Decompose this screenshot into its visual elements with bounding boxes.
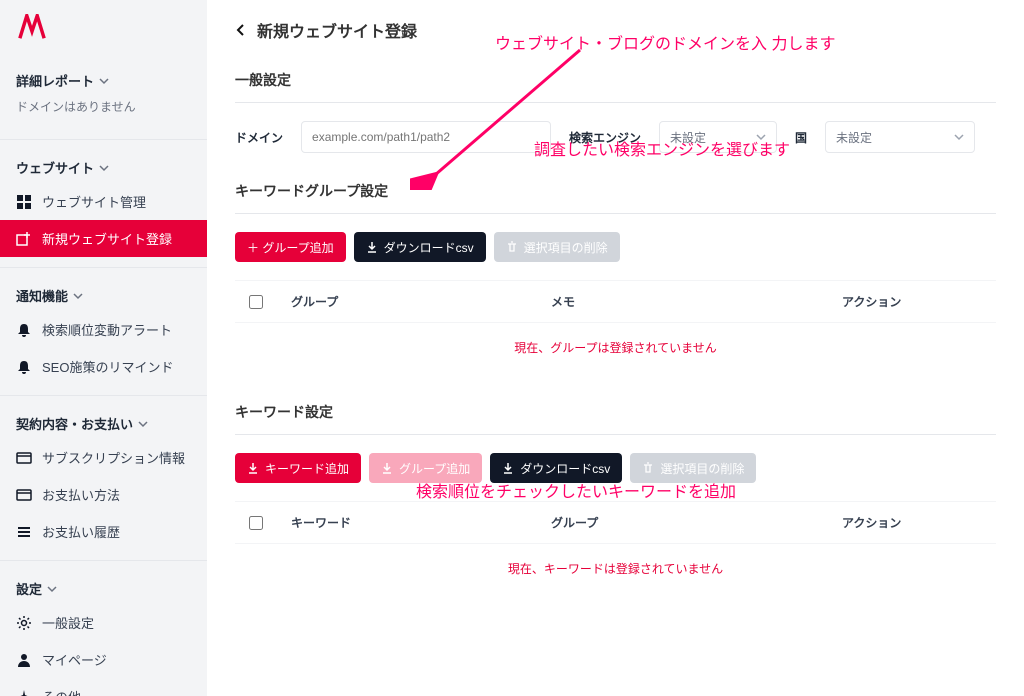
col-action: アクション [842,514,982,531]
download-icon [502,462,514,474]
sidebar-section-title[interactable]: 通知機能 [0,278,207,311]
download-icon [247,462,259,474]
sidebar-item-label: 検索順位変動アラート [42,320,172,339]
download-icon [381,462,393,474]
select-all-groups[interactable] [249,295,263,309]
section-general-title: 一般設定 [235,70,996,100]
engine-select[interactable]: 未設定 [659,121,777,153]
sidebar-section-title[interactable]: 詳細レポート [0,63,207,96]
grid-icon [16,194,32,210]
sidebar-item-label: ウェブサイト管理 [42,192,146,211]
chevron-down-icon [954,132,964,142]
col-action: アクション [842,293,982,310]
add-group-button[interactable]: ＋ グループ追加 [235,232,346,262]
col-group: グループ [551,514,842,531]
download-csv-button-2[interactable]: ダウンロードcsv [490,453,622,483]
logo [0,0,207,63]
sidebar-item[interactable]: 一般設定 [0,604,207,641]
chevron-down-icon [756,132,766,142]
group-table: グループ メモ アクション 現在、グループは登録されていません [235,280,996,372]
sidebar-item[interactable]: ウェブサイト管理 [0,183,207,220]
page-title: 新規ウェブサイト登録 [235,18,996,42]
domain-input[interactable] [301,121,551,153]
sidebar-item-label: その他 [42,687,81,696]
gear-icon [16,615,32,631]
sidebar-item[interactable]: マイページ [0,641,207,678]
chevron-down-icon [46,583,58,595]
download-icon [366,241,378,253]
chevron-down-icon [137,418,149,430]
engine-label: 検索エンジン [569,129,641,146]
back-icon[interactable] [235,24,247,36]
sparkle-icon [16,689,32,696]
main-content: 新規ウェブサイト登録 一般設定 ドメイン 検索エンジン 未設定 国 未設定 キー… [207,0,1024,696]
sidebar-item-label: サブスクリプション情報 [42,448,185,467]
col-keyword: キーワード [291,514,551,531]
col-group: グループ [291,293,551,310]
sidebar-section-title[interactable]: 契約内容・お支払い [0,406,207,439]
select-all-keywords[interactable] [249,516,263,530]
sidebar-section-title[interactable]: ウェブサイト [0,150,207,183]
sidebar-item[interactable]: お支払い履歴 [0,513,207,550]
sidebar-note: ドメインはありません [0,96,207,129]
chevron-down-icon [98,75,110,87]
sidebar-item-label: お支払い履歴 [42,522,120,541]
chevron-down-icon [72,290,84,302]
card-icon [16,450,32,466]
add-keyword-button[interactable]: キーワード追加 [235,453,361,483]
section-kwgroup-title: キーワードグループ設定 [235,181,996,211]
page-title-text: 新規ウェブサイト登録 [257,18,417,42]
bell-icon [16,322,32,338]
group-empty: 現在、グループは登録されていません [235,323,996,372]
sidebar-item-label: お支払い方法 [42,485,120,504]
add-group-button-2[interactable]: グループ追加 [369,453,482,483]
general-form: ドメイン 検索エンジン 未設定 国 未設定 [235,121,996,153]
sidebar-item[interactable]: サブスクリプション情報 [0,439,207,476]
delete-selected-button-2[interactable]: 選択項目の削除 [630,453,756,483]
download-csv-button[interactable]: ダウンロードcsv [354,232,486,262]
user-icon [16,652,32,668]
sidebar-item-label: マイページ [42,650,107,669]
card-icon [16,487,32,503]
bell-icon [16,359,32,375]
sidebar-item[interactable]: 検索順位変動アラート [0,311,207,348]
domain-label: ドメイン [235,129,283,146]
sidebar-item[interactable]: SEO施策のリマインド [0,348,207,385]
sidebar-item-label: 新規ウェブサイト登録 [42,229,172,248]
sidebar-item-label: SEO施策のリマインド [42,357,173,376]
sidebar-item[interactable]: その他 [0,678,207,696]
section-keyword-title: キーワード設定 [235,402,996,432]
trash-icon [642,462,654,474]
keyword-table: キーワード グループ アクション 現在、キーワードは登録されていません [235,501,996,593]
trash-icon [506,241,518,253]
sidebar-item[interactable]: 新規ウェブサイト登録 [0,220,207,257]
sidebar-item[interactable]: お支払い方法 [0,476,207,513]
col-memo: メモ [551,293,842,310]
add-site-icon [16,231,32,247]
keyword-empty: 現在、キーワードは登録されていません [235,544,996,593]
list-icon [16,524,32,540]
country-label: 国 [795,129,807,146]
sidebar-section-title[interactable]: 設定 [0,571,207,604]
chevron-down-icon [98,162,110,174]
delete-selected-button[interactable]: 選択項目の削除 [494,232,620,262]
sidebar: 詳細レポート ドメインはありませんウェブサイト ウェブサイト管理新規ウェブサイト… [0,0,207,696]
sidebar-item-label: 一般設定 [42,613,94,632]
country-select[interactable]: 未設定 [825,121,975,153]
